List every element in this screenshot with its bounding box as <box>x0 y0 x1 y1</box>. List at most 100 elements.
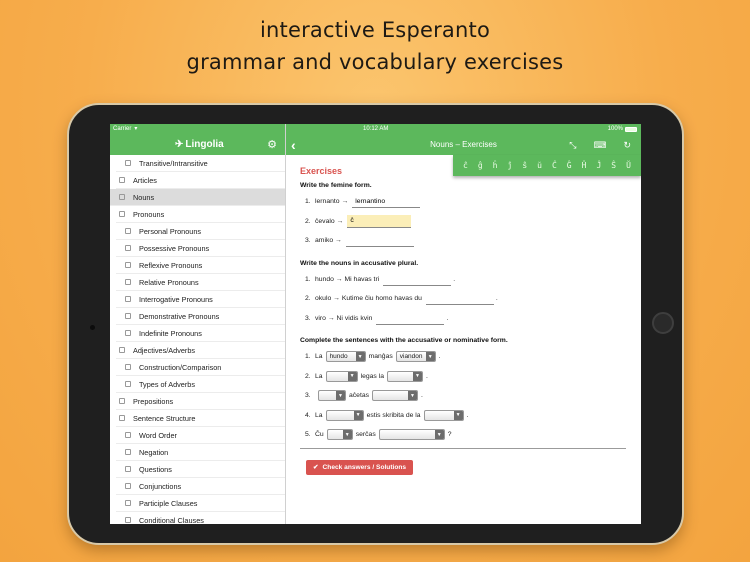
item-prompt: viro → Ni vidis kvin <box>315 314 373 322</box>
sidebar-item[interactable]: Sentence Structure <box>116 410 285 427</box>
answer-select[interactable]: ▼ <box>326 429 353 441</box>
item-number: 5. <box>305 431 311 439</box>
sentence-end: . <box>421 392 423 400</box>
item-number: 4. <box>305 411 311 419</box>
item-suffix: . <box>495 295 498 303</box>
answer-input[interactable] <box>376 311 445 325</box>
answer-select[interactable]: ▼ <box>325 370 358 382</box>
sidebar-item[interactable]: Word Order <box>116 427 285 444</box>
special-char-button[interactable]: Ŝ <box>611 161 616 170</box>
sidebar-item[interactable]: Conjunctions <box>116 478 285 495</box>
exercise-content: Exercises Write the femine form. 1. lerna… <box>286 155 641 475</box>
item-suffix: . <box>446 314 449 322</box>
promo-headline: interactive Esperanto grammar and vocabu… <box>0 14 750 78</box>
sidebar-item[interactable]: Negation <box>116 444 285 461</box>
answer-input[interactable] <box>383 272 452 286</box>
special-char-button[interactable]: Ĉ <box>552 161 557 170</box>
special-char-button[interactable]: Ĝ <box>567 161 572 170</box>
chevron-down-icon: ▼ <box>453 410 463 420</box>
check-answers-button[interactable]: ✔ Check answers / Solutions <box>306 459 414 475</box>
page-icon <box>119 211 125 217</box>
exercise-row: 3. viro → Ni vidis kvin. <box>300 309 641 329</box>
sidebar-item-label: Nouns <box>133 192 155 202</box>
sidebar-item[interactable]: Transitive/Intransitive <box>116 155 285 172</box>
section2-rows: 1. hundo → Mi havas tri. 2. okulo → Kutime … <box>300 270 641 329</box>
answer-input[interactable] <box>425 292 494 306</box>
special-char-button[interactable]: ŭ <box>537 161 542 170</box>
answer-select[interactable]: hundo ▼ <box>325 351 366 363</box>
page-icon <box>125 160 131 166</box>
status-bar-left: Carrier ▾ <box>110 124 285 135</box>
special-char-button[interactable]: Ĵ <box>596 161 601 170</box>
answer-select[interactable]: ▼ <box>423 409 464 421</box>
answer-select[interactable]: ▼ <box>318 390 346 402</box>
section1-rows: 1. lernanto → 2. ĉevalo → 3. amiko → <box>300 192 641 251</box>
exercise-row: 2. okulo → Kutime ĉiu homo havas du. <box>300 289 641 309</box>
item-number: 1. <box>305 275 311 283</box>
sidebar-item[interactable]: Participle Clauses <box>116 495 285 512</box>
main-nav-bar: ‹ Nouns – Exercises ⤡ ⌨ ↻ <box>286 135 641 155</box>
sidebar-item[interactable]: Indefinite Pronouns <box>116 325 285 342</box>
chevron-down-icon: ▼ <box>425 352 435 362</box>
page-icon <box>125 330 131 336</box>
page-icon <box>125 517 131 523</box>
home-button[interactable] <box>652 312 674 334</box>
sidebar-item[interactable]: Possessive Pronouns <box>116 240 285 257</box>
sidebar-item[interactable]: Conditional Clauses <box>116 512 285 524</box>
main-panel: 10:12 AM 100% ‹ Nouns – Exercises ⤡ ⌨ ↻ … <box>286 124 641 524</box>
sidebar-item[interactable]: Demonstrative Pronouns <box>116 308 285 325</box>
sidebar-item[interactable]: Relative Pronouns <box>116 274 285 291</box>
answer-select[interactable]: ▼ <box>325 409 364 421</box>
special-char-button[interactable]: ĵ <box>507 161 512 170</box>
answer-select[interactable]: ▼ <box>372 390 419 402</box>
sidebar-item[interactable]: Reflexive Pronouns <box>116 257 285 274</box>
section2-instruction: Write the nouns in accusative plural. <box>300 259 419 267</box>
refresh-icon[interactable]: ↻ <box>623 139 631 151</box>
item-number: 3. <box>305 314 311 322</box>
sentence-part: manĝas <box>368 353 393 361</box>
exercise-row: 2. ĉevalo → <box>300 212 641 232</box>
sidebar-item[interactable]: Prepositions <box>116 393 285 410</box>
status-bar-right: 10:12 AM 100% <box>286 124 641 135</box>
item-prompt: okulo → Kutime ĉiu homo havas du <box>315 295 422 303</box>
special-char-button[interactable]: ĉ <box>463 161 468 170</box>
special-char-button[interactable]: ŝ <box>522 161 527 170</box>
brand-logo[interactable]: ✈ Lingolia <box>175 138 224 152</box>
exercise-row: 1. hundo → Mi havas tri. <box>300 270 641 290</box>
battery-icon <box>625 127 637 132</box>
special-char-button[interactable]: ĥ <box>493 161 498 170</box>
answer-select[interactable]: viandon ▼ <box>395 351 436 363</box>
chevron-down-icon: ▼ <box>336 391 345 401</box>
sidebar-item[interactable]: Types of Adverbs <box>116 376 285 393</box>
answer-select[interactable]: ▼ <box>387 370 423 382</box>
sidebar-item[interactable]: Questions <box>116 461 285 478</box>
sidebar-item[interactable]: Personal Pronouns <box>116 223 285 240</box>
sidebar-item[interactable]: Articles <box>116 172 285 189</box>
page-icon <box>125 466 131 472</box>
keyboard-icon[interactable]: ⌨ <box>593 139 606 151</box>
sentence-end: . <box>426 372 428 380</box>
sidebar-item[interactable]: Construction/Comparison <box>116 359 285 376</box>
answer-input[interactable] <box>352 195 421 209</box>
sidebar-item[interactable]: Interrogative Pronouns <box>116 291 285 308</box>
gear-icon[interactable]: ⚙ <box>267 138 277 152</box>
special-char-button[interactable]: Ĥ <box>582 161 587 170</box>
page-icon <box>119 398 125 404</box>
sidebar-item[interactable]: Adjectives/Adverbs <box>116 342 285 359</box>
answer-select[interactable]: ▼ <box>378 429 445 441</box>
select-value: hundo <box>329 353 348 361</box>
sidebar-item[interactable]: Pronouns <box>116 206 285 223</box>
special-char-button[interactable]: ĝ <box>478 161 483 170</box>
expand-icon[interactable]: ⤡ <box>569 139 576 151</box>
page-icon <box>125 381 131 387</box>
item-number: 3. <box>305 237 311 245</box>
chevron-down-icon: ▼ <box>342 430 352 440</box>
page-icon <box>125 313 131 319</box>
special-char-button[interactable]: Ŭ <box>626 161 631 170</box>
item-prompt: hundo → Mi havas tri <box>315 275 380 283</box>
answer-input[interactable] <box>345 234 414 248</box>
sidebar-item[interactable]: Nouns <box>110 189 285 206</box>
answer-input[interactable] <box>347 214 412 228</box>
sidebar-item-label: Transitive/Intransitive <box>139 158 208 168</box>
sidebar-item-label: Demonstrative Pronouns <box>139 311 220 321</box>
